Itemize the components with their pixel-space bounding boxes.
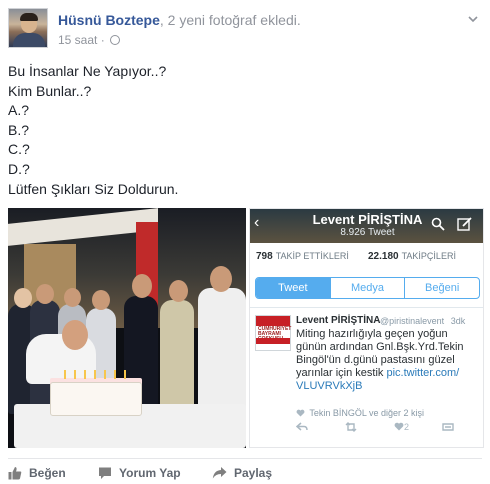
tab-likes[interactable]: Beğeni xyxy=(404,278,479,298)
compose-icon[interactable] xyxy=(457,216,473,232)
twitter-profile-name: Levent PİRİŞTİNA xyxy=(312,212,423,227)
tweet-avatar[interactable]: CUMHURİYETBAYRAMICOŞKUSU xyxy=(255,315,291,351)
twitter-tabs: Tweet Medya Beğeni xyxy=(255,277,480,299)
tab-tweet[interactable]: Tweet xyxy=(256,278,330,298)
like-count: 2 xyxy=(404,422,410,432)
followers-label: TAKİPÇİLERİ xyxy=(401,251,456,261)
tweet-link[interactable]: pic.twitter.com/ xyxy=(386,367,459,379)
author-name[interactable]: Hüsnü Boztepe xyxy=(58,12,160,28)
photo-grid: ‹ Levent PİRİŞTİNA 8.926 Tweet 798 TAKİP … xyxy=(8,208,484,448)
tweet-line: Miting hazırlığıyla geçen yoğun xyxy=(296,328,448,340)
followers-count: 22.180 xyxy=(368,251,399,262)
divider xyxy=(250,307,483,308)
post-text-line: A.? xyxy=(8,102,30,119)
tweet-line: Bingöl'ün d.günü pastasını güzel xyxy=(296,354,455,366)
post-meta: 15 saat · xyxy=(58,33,121,47)
post-text-line: C.? xyxy=(8,141,30,158)
tweet-handle: @piristinalevent 3dk xyxy=(380,316,465,326)
tweet-user-name[interactable]: Levent PİRİŞTİNA xyxy=(296,315,380,326)
like-icon xyxy=(8,467,22,480)
share-button[interactable]: Paylaş xyxy=(212,466,272,480)
comment-icon xyxy=(99,467,111,479)
share-label: Paylaş xyxy=(234,466,273,480)
tweet-line: günün ardından Gnl.Bşk.Yrd.Tekin xyxy=(296,341,464,353)
reply-icon[interactable] xyxy=(295,422,308,434)
post-text-line: Bu İnsanlar Ne Yapıyor..? xyxy=(8,63,167,79)
post-text-line: D.? xyxy=(8,160,30,177)
tweet-actions: 2 xyxy=(295,422,476,436)
globe-icon[interactable] xyxy=(110,35,121,45)
tweet[interactable]: CUMHURİYETBAYRAMICOŞKUSU Levent PİRİŞTİN… xyxy=(250,309,483,447)
photo-twitter-screenshot[interactable]: ‹ Levent PİRİŞTİNA 8.926 Tweet 798 TAKİP … xyxy=(249,208,484,448)
retweet-note: Tekin BİNGÖL ve diğer 2 kişi xyxy=(296,408,424,418)
tweet-link-cont[interactable]: VLUVRVkXjB xyxy=(296,380,481,393)
tweet-age: 3dk xyxy=(450,316,466,326)
twitter-stats: 798 TAKİP ETTİKLERİ 22.180 TAKİPÇİLERİ xyxy=(250,247,483,269)
more-icon[interactable] xyxy=(442,422,454,434)
chevron-down-icon[interactable] xyxy=(468,14,478,24)
post-text-line: Lütfen Şıkları Siz Doldurun. xyxy=(8,180,179,197)
action-divider xyxy=(8,458,482,459)
share-icon xyxy=(212,467,227,479)
following-count: 798 xyxy=(256,251,273,262)
comment-button[interactable]: Yorum Yap xyxy=(98,466,181,480)
tab-media[interactable]: Medya xyxy=(329,278,405,298)
tweet-handle-text[interactable]: @piristinalevent xyxy=(380,316,444,326)
twitter-header: ‹ Levent PİRİŞTİNA 8.926 Tweet xyxy=(250,209,483,243)
meta-separator: · xyxy=(100,33,105,47)
post-text-line: B.? xyxy=(8,121,30,138)
followers-stat[interactable]: 22.180 TAKİPÇİLERİ xyxy=(368,251,456,262)
heart-icon xyxy=(296,409,305,417)
tweet-line: yarınlar için kestik xyxy=(296,367,384,379)
retweet-icon[interactable] xyxy=(344,422,358,434)
post-header: Hüsnü Boztepe, 2 yeni fotoğraf ekledi. 1… xyxy=(8,8,482,52)
following-label: TAKİP ETTİKLERİ xyxy=(275,251,349,261)
tweet-text: Miting hazırlığıyla geçen yoğun günün ar… xyxy=(296,328,481,393)
activity-text: , 2 yeni fotoğraf ekledi. xyxy=(159,12,301,28)
retweet-note-text: Tekin BİNGÖL ve diğer 2 kişi xyxy=(309,408,425,418)
heart-icon xyxy=(394,422,404,431)
like-label: Beğen xyxy=(29,466,66,480)
like-tweet[interactable]: 2 xyxy=(394,422,409,433)
search-icon[interactable] xyxy=(431,217,445,231)
timestamp[interactable]: 15 saat xyxy=(58,33,97,47)
avatar[interactable] xyxy=(8,8,48,48)
twitter-tweet-count: 8.926 Tweet xyxy=(340,227,395,238)
author-line: Hüsnü Boztepe, 2 yeni fotoğraf ekledi. xyxy=(58,12,301,28)
following-stat[interactable]: 798 TAKİP ETTİKLERİ xyxy=(256,251,349,262)
comment-label: Yorum Yap xyxy=(119,466,181,480)
post-text: Bu İnsanlar Ne Yapıyor..? Kim Bunlar..? … xyxy=(8,62,468,199)
post-text-line: Kim Bunlar..? xyxy=(8,82,92,99)
like-button[interactable]: Beğen xyxy=(8,466,66,480)
photo-birthday-cake[interactable] xyxy=(8,208,246,448)
post-actions: Beğen Yorum Yap Paylaş xyxy=(8,464,482,484)
